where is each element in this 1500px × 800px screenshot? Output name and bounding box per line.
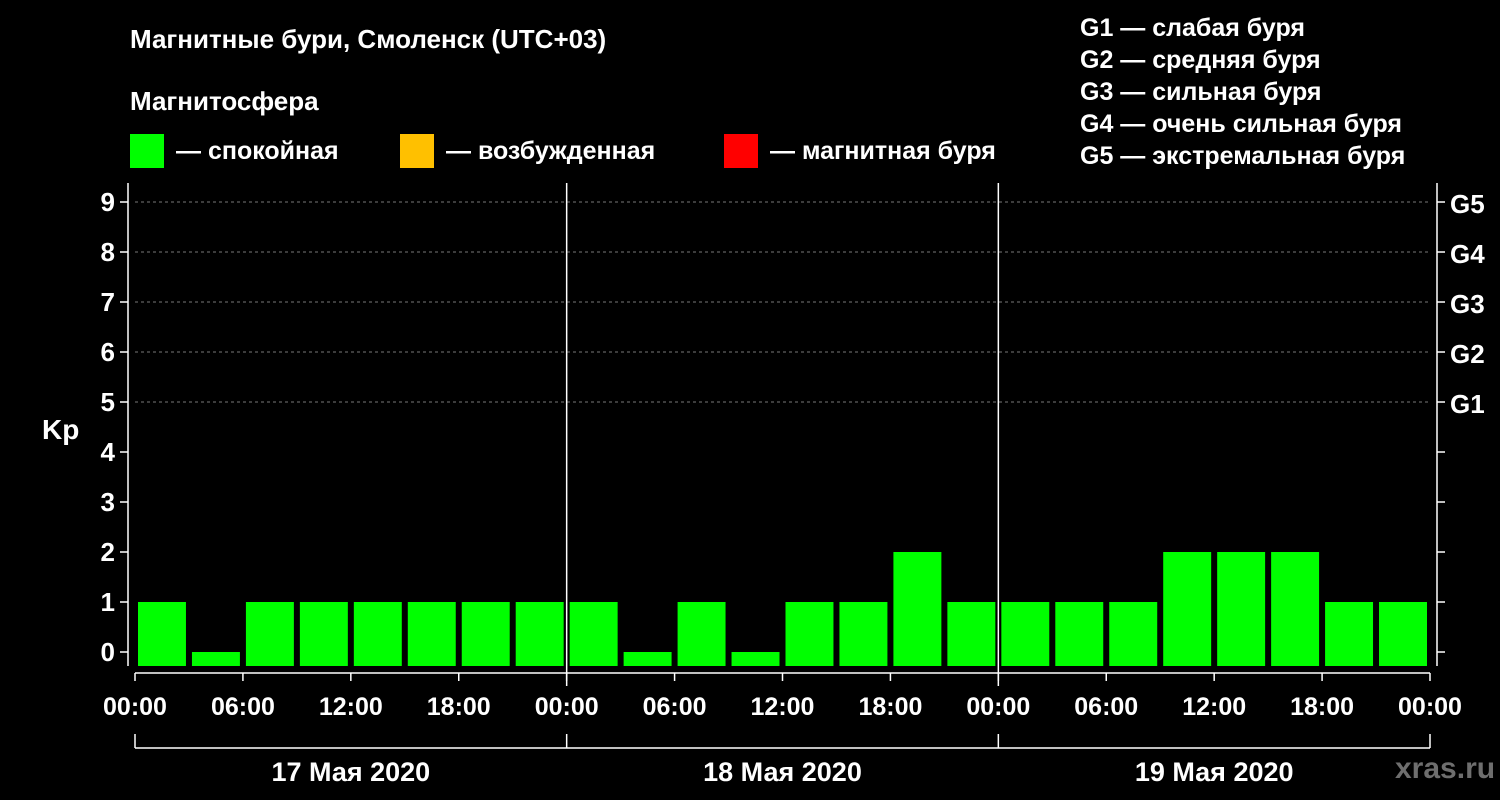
x-tick-label: 00:00	[1398, 693, 1462, 721]
bar	[947, 602, 996, 666]
x-tick-label: 06:00	[643, 693, 707, 721]
x-tick-label: 12:00	[1182, 693, 1246, 721]
bar	[1109, 602, 1158, 666]
y-tick-label: 5	[101, 387, 115, 417]
bar	[1325, 602, 1374, 666]
y-axis-label: Kp	[42, 414, 79, 445]
y-tick-label: 0	[101, 637, 115, 667]
bar	[1271, 552, 1320, 666]
bar	[1163, 552, 1212, 666]
bar	[1217, 552, 1266, 666]
y-tick-label: 9	[101, 187, 115, 217]
bar	[299, 602, 348, 666]
bar	[461, 602, 510, 666]
y-tick-label: 8	[101, 237, 115, 267]
y-tick-label: 2	[101, 537, 115, 567]
y-tick-label: 6	[101, 337, 115, 367]
bar	[623, 652, 672, 666]
bar	[245, 602, 294, 666]
bar	[893, 552, 942, 666]
bar	[839, 602, 888, 666]
y-tick-label: 3	[101, 487, 115, 517]
g-scale-label: G1	[1450, 389, 1485, 419]
y-tick-label: 4	[101, 437, 116, 467]
bar	[407, 602, 456, 666]
day-label: 18 Мая 2020	[703, 757, 862, 787]
g-scale-label: G4	[1450, 239, 1485, 269]
bar	[191, 652, 240, 666]
x-tick-label: 18:00	[1290, 693, 1354, 721]
bar	[1001, 602, 1050, 666]
bar	[1379, 602, 1427, 666]
bar	[569, 602, 618, 666]
day-label: 19 Мая 2020	[1135, 757, 1294, 787]
g-scale-label: G3	[1450, 289, 1485, 319]
y-tick-label: 7	[101, 287, 115, 317]
bar	[785, 602, 834, 666]
watermark: xras.ru	[1395, 752, 1496, 785]
x-tick-label: 18:00	[858, 693, 922, 721]
x-tick-label: 06:00	[1074, 693, 1138, 721]
bar	[353, 602, 402, 666]
bar	[731, 652, 780, 666]
g-scale-label: G2	[1450, 339, 1485, 369]
bar	[138, 602, 186, 666]
x-tick-label: 00:00	[103, 693, 167, 721]
x-tick-label: 00:00	[966, 693, 1030, 721]
bar	[677, 602, 726, 666]
x-tick-label: 18:00	[427, 693, 491, 721]
x-tick-label: 12:00	[319, 693, 383, 721]
x-tick-label: 06:00	[211, 693, 275, 721]
day-label: 17 Мая 2020	[271, 757, 430, 787]
y-tick-label: 1	[101, 587, 115, 617]
g-scale-label: G5	[1450, 189, 1485, 219]
x-tick-label: 12:00	[751, 693, 815, 721]
x-tick-label: 00:00	[535, 693, 599, 721]
bar	[515, 602, 564, 666]
kp-chart: 0 1 2 3 4 5 6 7 8 9 G1 G2 G3 G4 G5 Kp 00:00 06:00 12:00 18:…	[42, 183, 1485, 787]
bar	[1055, 602, 1104, 666]
